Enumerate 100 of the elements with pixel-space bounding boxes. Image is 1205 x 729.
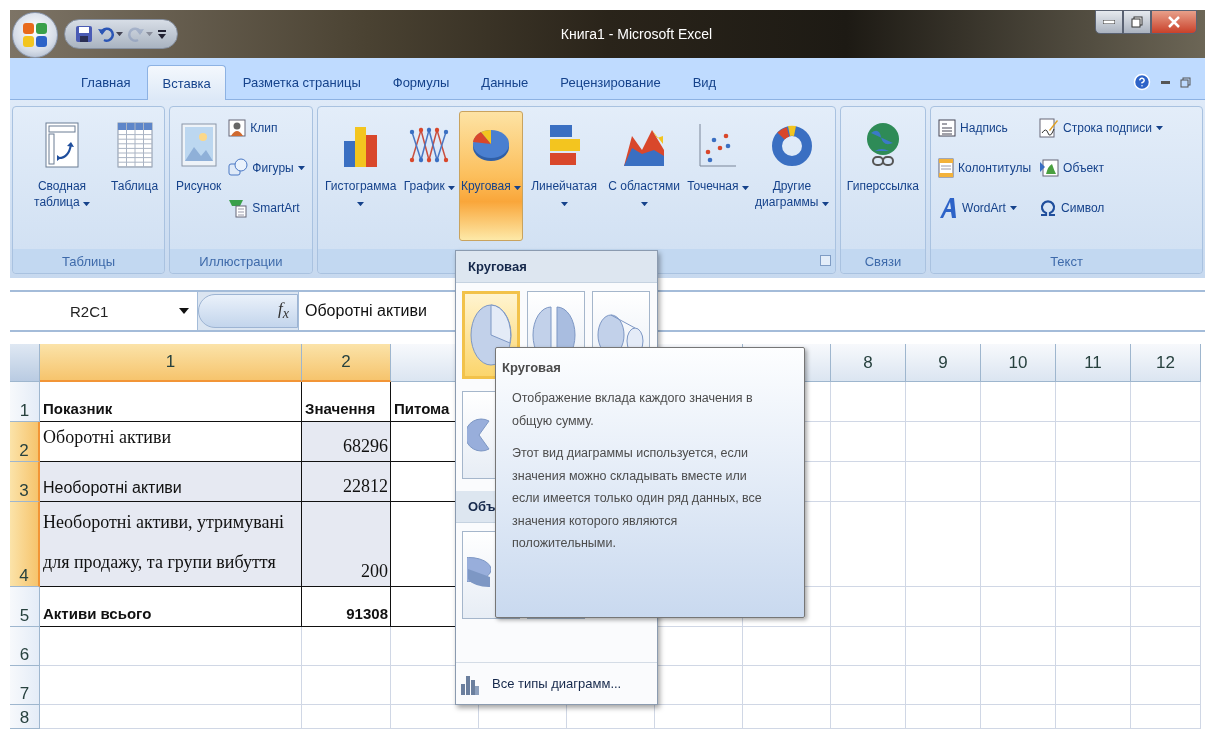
ribbon-button[interactable]: WordArt bbox=[935, 193, 1035, 223]
restore-icon bbox=[1131, 16, 1143, 28]
row-header[interactable]: 3 bbox=[10, 462, 40, 502]
caret-icon bbox=[83, 202, 90, 207]
office-logo-icon bbox=[22, 22, 48, 48]
ribbon-button[interactable]: Колонтитулы bbox=[935, 153, 1035, 183]
table-cell: Оборотні активи bbox=[40, 422, 302, 462]
ribbon-tab[interactable]: Разметка страницы bbox=[227, 65, 376, 99]
row-header[interactable]: 1 bbox=[10, 382, 40, 422]
ribbon-button[interactable]: Рисунок bbox=[174, 111, 224, 241]
help-icon[interactable] bbox=[1133, 73, 1151, 91]
column-header[interactable]: 11 bbox=[1056, 344, 1131, 382]
all-chart-types-link[interactable]: Все типы диаграмм... bbox=[492, 676, 622, 691]
window-title: Книга1 - Microsoft Excel bbox=[560, 26, 713, 42]
ribbon-tab[interactable]: Данные bbox=[466, 65, 544, 99]
tooltip-text: Отображение вклада каждого значения в общую сумму. bbox=[512, 390, 754, 430]
caret-icon bbox=[560, 202, 568, 207]
ribbon-button[interactable]: Строка подписи bbox=[1036, 113, 1166, 143]
group-label: Иллюстрации bbox=[199, 253, 283, 269]
close-icon bbox=[1168, 16, 1180, 28]
signature-line-icon bbox=[1039, 118, 1060, 138]
group-label: Таблицы bbox=[62, 253, 116, 269]
text-box-icon bbox=[938, 119, 957, 137]
column-header[interactable]: 1 bbox=[40, 344, 302, 382]
caret-icon bbox=[1155, 125, 1163, 131]
ribbon-button[interactable]: С областями bbox=[605, 111, 684, 241]
ribbon-tab[interactable]: Вставка bbox=[147, 65, 226, 100]
picture-icon bbox=[180, 123, 217, 167]
ribbon-button[interactable]: График bbox=[401, 111, 458, 241]
caret-icon bbox=[640, 202, 648, 207]
ribbon-button[interactable]: Надпись bbox=[935, 113, 1035, 143]
caret-icon bbox=[1009, 205, 1017, 211]
ribbon-button[interactable]: Гистограмма bbox=[321, 111, 400, 241]
table-cell: 200 bbox=[302, 502, 391, 587]
ribbon-button[interactable]: SmartArt bbox=[225, 193, 308, 223]
ribbon-button[interactable]: Сводная таблица bbox=[17, 111, 107, 241]
caret-icon bbox=[357, 202, 365, 207]
ribbon-button[interactable]: Круговая bbox=[459, 111, 524, 241]
column-header[interactable]: 8 bbox=[831, 344, 906, 382]
caret-icon bbox=[146, 31, 153, 37]
ribbon-button[interactable]: Символ bbox=[1036, 193, 1166, 223]
scatter-chart-icon bbox=[698, 122, 738, 168]
ribbon-button[interactable]: Гиперссылка bbox=[844, 111, 922, 241]
restore-button[interactable] bbox=[1123, 10, 1151, 34]
ribbon-tab[interactable]: Главная bbox=[66, 65, 146, 99]
row-header[interactable]: 7 bbox=[10, 666, 40, 705]
caret-icon bbox=[116, 31, 123, 37]
ribbon-button[interactable]: Клип bbox=[225, 113, 308, 143]
pivot-table-icon bbox=[45, 122, 79, 168]
smartart-icon bbox=[228, 198, 249, 218]
ribbon-button[interactable]: Линейчатая bbox=[525, 111, 604, 241]
ribbon-tab[interactable]: Рецензирование bbox=[545, 65, 676, 99]
ribbon-button[interactable]: Точечная bbox=[685, 111, 751, 241]
office-button[interactable] bbox=[12, 12, 58, 58]
column-header[interactable]: 9 bbox=[906, 344, 981, 382]
ribbon-button[interactable]: Фигуры bbox=[225, 153, 308, 183]
minimize-button[interactable] bbox=[1095, 10, 1123, 34]
name-box[interactable]: R2C1 bbox=[10, 292, 198, 330]
pie-wedge-icon bbox=[467, 415, 491, 455]
caret-icon bbox=[448, 185, 456, 190]
table-grid-icon bbox=[116, 122, 153, 168]
row-header[interactable]: 4 bbox=[10, 502, 40, 587]
caret-icon bbox=[297, 165, 305, 171]
insert-function-button[interactable]: f$_{x}$ bbox=[277, 299, 289, 323]
wordart-icon bbox=[938, 197, 959, 219]
column-header[interactable]: 10 bbox=[981, 344, 1056, 382]
dialog-launcher-icon[interactable] bbox=[819, 255, 831, 266]
close-button[interactable] bbox=[1151, 10, 1197, 34]
table-cell: Показник bbox=[40, 382, 302, 422]
row-header[interactable]: 2 bbox=[10, 422, 40, 462]
table-cell: Необоротні активи bbox=[40, 462, 302, 502]
row-header[interactable]: 5 bbox=[10, 587, 40, 627]
ribbon-tab[interactable]: Вид bbox=[677, 65, 732, 99]
ribbon-button[interactable]: Таблица bbox=[109, 111, 161, 241]
clip-art-icon bbox=[228, 119, 247, 137]
tooltip-title: Круговая bbox=[502, 360, 562, 375]
menu-heading: Круговая bbox=[468, 259, 527, 274]
undo-icon[interactable] bbox=[97, 25, 115, 43]
tooltip-text: Этот вид диаграммы используется, если значения можно складывать вместе или если имеется только один ряд данных, все значения которого являются положительными. bbox=[512, 445, 763, 552]
caret-icon bbox=[821, 202, 829, 207]
ribbon-button[interactable]: Объект bbox=[1036, 153, 1166, 183]
caret-icon bbox=[514, 185, 522, 190]
restore-icon[interactable] bbox=[1180, 76, 1191, 88]
row-header[interactable]: 8 bbox=[10, 705, 40, 729]
row-header[interactable]: 6 bbox=[10, 627, 40, 666]
minimize-icon[interactable] bbox=[1161, 80, 1170, 84]
table-cell: Значення bbox=[302, 382, 391, 422]
ribbon-tab[interactable]: Формулы bbox=[377, 65, 465, 99]
object-icon bbox=[1039, 158, 1060, 178]
customize-menu-icon[interactable] bbox=[157, 27, 167, 41]
caret-icon bbox=[179, 308, 189, 314]
page-header-icon bbox=[938, 158, 955, 178]
table-cell: 22812 bbox=[302, 462, 391, 502]
ribbon-button[interactable]: Другие диаграммы bbox=[752, 111, 831, 241]
column-header[interactable]: 2 bbox=[302, 344, 391, 382]
table-cell: Активи всього bbox=[40, 587, 302, 627]
column-header[interactable]: 12 bbox=[1131, 344, 1201, 382]
table-cell: Необоротні активи, утримувані для продажу, та групи вибуття bbox=[40, 502, 302, 587]
table-cell: 91308 bbox=[302, 587, 391, 627]
menu-heading: Объ bbox=[468, 499, 496, 514]
